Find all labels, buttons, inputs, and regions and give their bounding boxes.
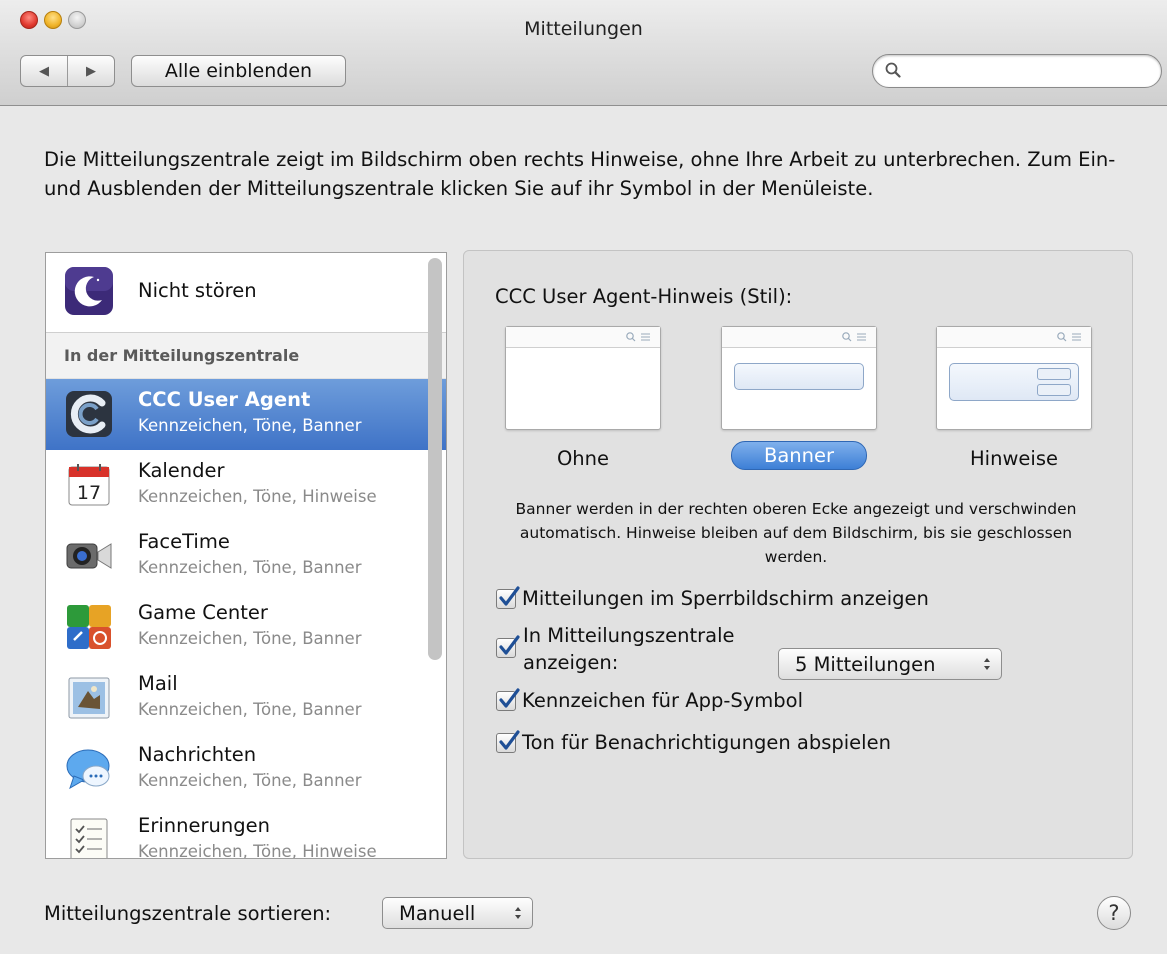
window-title: Mitteilungen (524, 18, 643, 40)
preview-menubar (937, 327, 1091, 348)
lock-screen-checkbox[interactable] (496, 585, 520, 609)
app-notification-types: Kennzeichen, Töne, Hinweise (138, 487, 377, 506)
calendar-day-number: 17 (77, 482, 101, 504)
style-option-banner[interactable]: Banner (731, 441, 867, 470)
messages-icon (66, 749, 110, 790)
sort-value: Manuell (399, 902, 476, 925)
preview-alert (949, 363, 1079, 401)
moon-icon (65, 267, 113, 315)
app-notification-types: Kennzeichen, Töne, Banner (138, 700, 362, 719)
list-item-erinnerungen[interactable]: Erinnerungen Kennzeichen, Töne, Hinweise (46, 805, 446, 859)
search-list-icon (842, 332, 866, 342)
game-center-icon (67, 605, 111, 649)
back-button[interactable]: ◀ (21, 56, 68, 86)
notification-count-value: 5 Mitteilungen (795, 653, 936, 676)
app-name: Kalender (138, 459, 225, 482)
search-icon (885, 62, 901, 78)
preview-alert-button (1037, 384, 1071, 396)
checkmark-icon (499, 729, 520, 750)
intro-description: Die Mitteilungszentrale zeigt im Bildsch… (44, 148, 1116, 200)
checkmark-icon (499, 635, 520, 655)
style-option-none[interactable]: Ohne (505, 447, 661, 470)
preview-menubar (722, 327, 876, 348)
preview-banner (734, 363, 864, 390)
alert-style-title: CCC User Agent-Hinweis (Stil): (495, 285, 793, 308)
sound-checkbox-row[interactable]: Ton für Benachrichtigungen abspielen (496, 729, 891, 754)
app-name: Erinnerungen (138, 814, 270, 837)
app-notification-types: Kennzeichen, Töne, Banner (138, 771, 362, 790)
app-name: Mail (138, 672, 178, 695)
list-item-nachrichten[interactable]: Nachrichten Kennzeichen, Töne, Banner (46, 734, 446, 805)
list-item-ccc-user-agent[interactable]: CCC User Agent Kennzeichen, Töne, Banner (46, 379, 446, 450)
section-header: In der Mitteilungszentrale (46, 333, 446, 379)
help-button[interactable]: ? (1097, 896, 1131, 930)
style-option-alerts[interactable]: Hinweise (936, 447, 1092, 470)
app-notification-types: Kennzeichen, Töne, Banner (138, 629, 362, 648)
sort-label: Mitteilungszentrale sortieren: (44, 902, 332, 925)
preview-alert-button (1037, 368, 1071, 380)
forward-button[interactable]: ▶ (68, 56, 114, 86)
show-all-button[interactable]: Alle einblenden (131, 55, 346, 87)
search-field[interactable] (872, 54, 1162, 88)
style-preview-none[interactable] (505, 326, 661, 430)
list-item-mail[interactable]: Mail Kennzeichen, Töne, Banner (46, 663, 446, 734)
app-notification-types: Kennzeichen, Töne, Banner (138, 416, 362, 435)
notification-count-popup[interactable]: 5 Mitteilungen (778, 648, 1002, 680)
calendar-icon: 17 (68, 464, 110, 506)
app-name: FaceTime (138, 530, 230, 553)
up-down-arrows-icon (515, 907, 521, 919)
sound-checkbox[interactable] (496, 729, 520, 753)
list-item-kalender[interactable]: 17 Kalender Kennzeichen, Töne, Hinweise (46, 450, 446, 521)
app-list[interactable]: Nicht stören In der Mitteilungszentrale … (45, 252, 447, 859)
notification-center-label-line1: In Mitteilungszentrale (523, 624, 735, 647)
app-name: Game Center (138, 601, 268, 624)
reminders-icon (70, 818, 108, 858)
app-notification-types: Kennzeichen, Töne, Hinweise (138, 842, 377, 859)
notification-center-checkbox[interactable] (496, 635, 520, 658)
up-down-arrows-icon (984, 658, 990, 670)
checkmark-icon (499, 687, 520, 708)
search-list-icon (1057, 332, 1081, 342)
search-list-icon (626, 332, 650, 342)
app-name: Nachrichten (138, 743, 257, 766)
list-item-facetime[interactable]: FaceTime Kennzeichen, Töne, Banner (46, 521, 446, 592)
back-forward-control: ◀ ▶ (20, 55, 115, 87)
app-name: CCC User Agent (138, 388, 311, 411)
mail-icon (68, 677, 110, 719)
badge-checkbox[interactable] (496, 687, 520, 711)
list-item-game-center[interactable]: Game Center Kennzeichen, Töne, Banner (46, 592, 446, 663)
checkmark-icon (499, 585, 520, 606)
preview-menubar (506, 327, 660, 348)
lock-screen-checkbox-row[interactable]: Mitteilungen im Sperrbildschirm anzeigen (496, 585, 929, 610)
lock-screen-label: Mitteilungen im Sperrbildschirm anzeigen (522, 587, 929, 610)
style-description: Banner werden in der rechten oberen Ecke… (515, 500, 1077, 566)
notification-center-checkbox-row[interactable] (496, 635, 522, 658)
sort-popup[interactable]: Manuell (382, 897, 533, 929)
list-scrollbar[interactable] (428, 258, 442, 660)
do-not-disturb-row[interactable]: Nicht stören (46, 253, 446, 333)
do-not-disturb-label: Nicht stören (138, 279, 257, 302)
badge-checkbox-row[interactable]: Kennzeichen für App-Symbol (496, 687, 804, 712)
style-preview-banner[interactable] (721, 326, 877, 430)
notification-center-label: In Mitteilungszentrale anzeigen: (523, 622, 735, 676)
ccc-icon (66, 391, 112, 437)
badge-label: Kennzeichen für App-Symbol (522, 689, 804, 712)
style-preview-alerts[interactable] (936, 326, 1092, 430)
facetime-icon (66, 543, 112, 569)
notification-center-label-line2: anzeigen: (523, 651, 619, 674)
app-notification-types: Kennzeichen, Töne, Banner (138, 558, 362, 577)
sound-label: Ton für Benachrichtigungen abspielen (522, 731, 891, 754)
window-toolbar: Mitteilungen ◀ ▶ Alle einblenden (0, 0, 1167, 106)
